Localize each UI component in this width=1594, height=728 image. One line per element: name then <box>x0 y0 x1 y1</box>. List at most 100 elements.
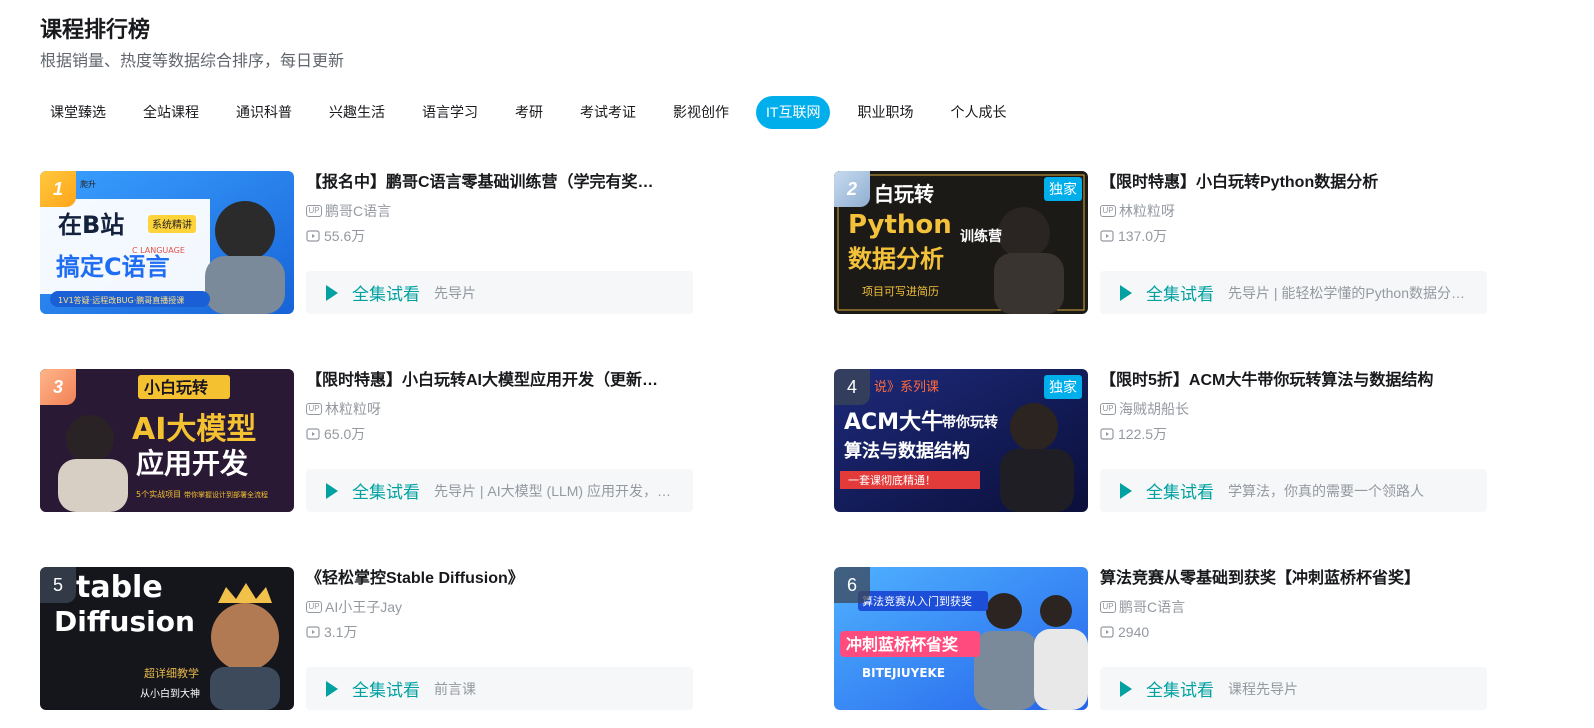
rank-badge: 5 <box>40 567 76 603</box>
course-card[interactable]: table Diffusion 超详细教学 从小白到大神 5 《轻松掌控Stab… <box>40 567 700 710</box>
exclusive-badge: 独家 <box>1044 375 1082 399</box>
thumb-text: 一套课彻底精通！ <box>848 473 936 487</box>
thumb-text: 项目可写进简历 <box>862 284 939 298</box>
thumb-text: 说》系列课 <box>874 380 939 395</box>
play-icon <box>1120 680 1132 697</box>
tab-certification[interactable]: 考试考证 <box>570 96 646 129</box>
view-count: 65.0万 <box>324 426 366 442</box>
rank-badge: 2 <box>834 171 870 207</box>
trial-watch-button[interactable]: 全集试看 先导片 <box>306 271 693 314</box>
course-thumbnail[interactable]: 在B站 搞定C语言 C LANGUAGE 系统精讲 1V1答疑·远程改BUG·鹏… <box>40 171 294 314</box>
trial-watch-button[interactable]: 全集试看 先导片 | AI大模型 (LLM) 应用开发，… <box>306 469 693 512</box>
trial-description: 学算法，你真的需要一个领路人 <box>1228 482 1424 499</box>
course-card[interactable]: 算法竞赛从入门到获奖 冲刺蓝桥杯省奖 BITEJIUYEKE 6 算法竞赛从零基… <box>834 567 1494 710</box>
course-title[interactable]: 【限时5折】ACM大牛带你玩转算法与数据结构 <box>1100 369 1490 393</box>
tab-postgrad-exam[interactable]: 考研 <box>505 96 553 129</box>
trial-watch-button[interactable]: 全集试看 课程先导片 <box>1100 667 1487 710</box>
course-thumbnail[interactable]: 白玩转 Python 数据分析 训练营 项目可写进简历 2 独家 <box>834 171 1088 314</box>
thumb-text: Python <box>848 210 952 240</box>
course-title[interactable]: 《轻松掌控Stable Diffusion》 <box>306 567 696 591</box>
trial-label: 全集试看 <box>352 285 420 304</box>
up-icon: UP <box>306 601 322 613</box>
course-title[interactable]: 【限时特惠】小白玩转Python数据分析 <box>1100 171 1490 195</box>
thumb-text: ACM大牛 <box>844 409 943 435</box>
play-count-icon <box>1100 230 1114 242</box>
thumb-text: table <box>76 570 163 605</box>
thumb-text: 白玩转 <box>874 182 934 206</box>
thumb-text: C LANGUAGE <box>132 246 185 255</box>
course-card[interactable]: 在B站 搞定C语言 C LANGUAGE 系统精讲 1V1答疑·远程改BUG·鹏… <box>40 171 700 314</box>
trial-label: 全集试看 <box>352 681 420 700</box>
course-author[interactable]: 林粒粒呀 <box>325 399 381 419</box>
trial-watch-button[interactable]: 全集试看 先导片 | 能轻松学懂的Python数据分… <box>1100 271 1487 314</box>
category-tabs: 课堂臻选 全站课程 通识科普 兴趣生活 语言学习 考研 考试考证 影视创作 IT… <box>40 96 1029 129</box>
tab-language[interactable]: 语言学习 <box>412 96 488 129</box>
course-card[interactable]: 说》系列课 ACM大牛 带你玩转 算法与数据结构 一套课彻底精通！ 4 独家 【… <box>834 369 1494 512</box>
play-count-icon <box>306 230 320 242</box>
tab-hobby-life[interactable]: 兴趣生活 <box>319 96 395 129</box>
thumb-text: 系统精讲 <box>152 218 192 231</box>
tab-all-courses[interactable]: 全站课程 <box>133 96 209 129</box>
trial-label: 全集试看 <box>1146 483 1214 502</box>
course-thumbnail[interactable]: 小白玩转 AI大模型 应用开发 5个实战项目 带你掌握设计到部署全流程 3 <box>40 369 294 512</box>
thumb-text: 超详细教学 <box>144 666 199 680</box>
course-title[interactable]: 算法竞赛从零基础到获奖【冲刺蓝桥杯省奖】 <box>1100 567 1490 591</box>
tab-general-science[interactable]: 通识科普 <box>226 96 302 129</box>
course-thumbnail[interactable]: table Diffusion 超详细教学 从小白到大神 5 <box>40 567 294 710</box>
thumb-text: 1V1答疑·远程改BUG·鹏哥直播授课 <box>58 295 184 305</box>
course-thumbnail[interactable]: 说》系列课 ACM大牛 带你玩转 算法与数据结构 一套课彻底精通！ 4 独家 <box>834 369 1088 512</box>
thumb-text: 从小白到大神 <box>140 687 200 700</box>
view-count: 2940 <box>1118 624 1150 640</box>
thumb-text: 算法竞赛从入门到获奖 <box>862 594 972 608</box>
trial-description: 先导片 | AI大模型 (LLM) 应用开发，… <box>434 482 671 499</box>
play-count-icon <box>306 428 320 440</box>
play-count-icon <box>306 626 320 638</box>
course-title[interactable]: 【限时特惠】小白玩转AI大模型应用开发（更新… <box>306 369 696 393</box>
trial-label: 全集试看 <box>352 483 420 502</box>
thumb-text: 搞定C语言 <box>56 253 170 281</box>
course-author[interactable]: 海贼胡船长 <box>1119 399 1189 419</box>
thumb-text: 小白玩转 <box>144 378 208 397</box>
thumb-text: 训练营 <box>960 228 1002 245</box>
play-count-icon <box>1100 428 1114 440</box>
thumbnail-image: 算法竞赛从入门到获奖 冲刺蓝桥杯省奖 BITEJIUYEKE <box>834 567 1088 710</box>
trial-description: 课程先导片 <box>1228 680 1298 697</box>
play-icon <box>326 482 338 499</box>
page-header: 课程排行榜 根据销量、热度等数据综合排序，每日更新 <box>40 14 344 76</box>
play-icon <box>326 680 338 697</box>
course-author[interactable]: 鹏哥C语言 <box>1119 597 1185 617</box>
thumb-text: 带你掌握设计到部署全流程 <box>184 490 268 499</box>
up-icon: UP <box>306 205 322 217</box>
up-icon: UP <box>1100 205 1116 217</box>
course-author[interactable]: 林粒粒呀 <box>1119 201 1175 221</box>
course-thumbnail[interactable]: 算法竞赛从入门到获奖 冲刺蓝桥杯省奖 BITEJIUYEKE 6 <box>834 567 1088 710</box>
thumb-text: 5个实战项目 <box>136 489 181 499</box>
trial-watch-button[interactable]: 全集试看 学算法，你真的需要一个领路人 <box>1100 469 1487 512</box>
exclusive-badge: 独家 <box>1044 177 1082 201</box>
tab-it-internet[interactable]: IT互联网 <box>756 96 831 129</box>
thumb-text: 应用开发 <box>136 447 248 480</box>
thumb-text: 爬升 <box>80 179 96 189</box>
course-author[interactable]: AI小王子Jay <box>325 597 402 617</box>
thumbnail-image: 小白玩转 AI大模型 应用开发 5个实战项目 带你掌握设计到部署全流程 <box>40 369 294 512</box>
course-author[interactable]: 鹏哥C语言 <box>325 201 391 221</box>
up-icon: UP <box>1100 601 1116 613</box>
up-icon: UP <box>1100 403 1116 415</box>
page-title: 课程排行榜 <box>40 17 151 42</box>
course-card[interactable]: 白玩转 Python 数据分析 训练营 项目可写进简历 2 独家 【限时特惠】小… <box>834 171 1494 314</box>
tab-curated[interactable]: 课堂臻选 <box>40 96 116 129</box>
tab-career[interactable]: 职业职场 <box>847 96 923 129</box>
trial-description: 先导片 <box>434 284 476 301</box>
trial-watch-button[interactable]: 全集试看 前言课 <box>306 667 693 710</box>
tab-personal-growth[interactable]: 个人成长 <box>940 96 1016 129</box>
view-count: 122.5万 <box>1118 426 1168 442</box>
rank-badge: 1 <box>40 171 76 207</box>
thumb-text: 在B站 <box>58 211 124 239</box>
thumb-text: BITEJIUYEKE <box>862 666 945 680</box>
tab-film-creation[interactable]: 影视创作 <box>663 96 739 129</box>
course-card[interactable]: 小白玩转 AI大模型 应用开发 5个实战项目 带你掌握设计到部署全流程 3 【限… <box>40 369 700 512</box>
course-title[interactable]: 【报名中】鹏哥C语言零基础训练营（学完有奖… <box>306 171 696 195</box>
up-icon: UP <box>306 403 322 415</box>
view-count: 55.6万 <box>324 228 366 244</box>
view-count: 137.0万 <box>1118 228 1168 244</box>
